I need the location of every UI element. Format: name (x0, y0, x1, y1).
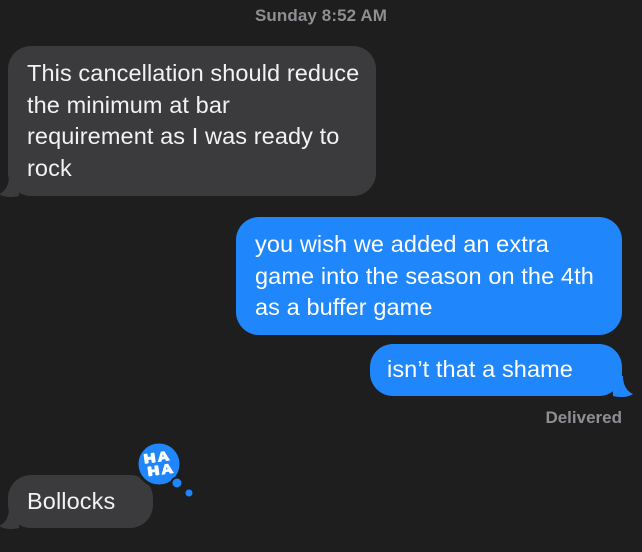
message-bubble-received[interactable]: This cancellation should reduce the mini… (8, 46, 376, 196)
message-text: This cancellation should reduce the mini… (27, 60, 360, 181)
timestamp: Sunday 8:52 AM (254, 6, 388, 25)
message-bubble-sent[interactable]: you wish we added an extra game into the… (236, 217, 622, 335)
haha-tapback-icon[interactable] (135, 440, 195, 502)
delivery-status: Delivered (545, 408, 622, 427)
message-bubble-sent[interactable]: isn’t that a shame (370, 344, 622, 396)
message-text: isn’t that a shame (387, 356, 573, 382)
message-text: Bollocks (27, 488, 116, 514)
message-bubble-received[interactable]: Bollocks (8, 475, 153, 528)
message-text: you wish we added an extra game into the… (255, 231, 594, 320)
